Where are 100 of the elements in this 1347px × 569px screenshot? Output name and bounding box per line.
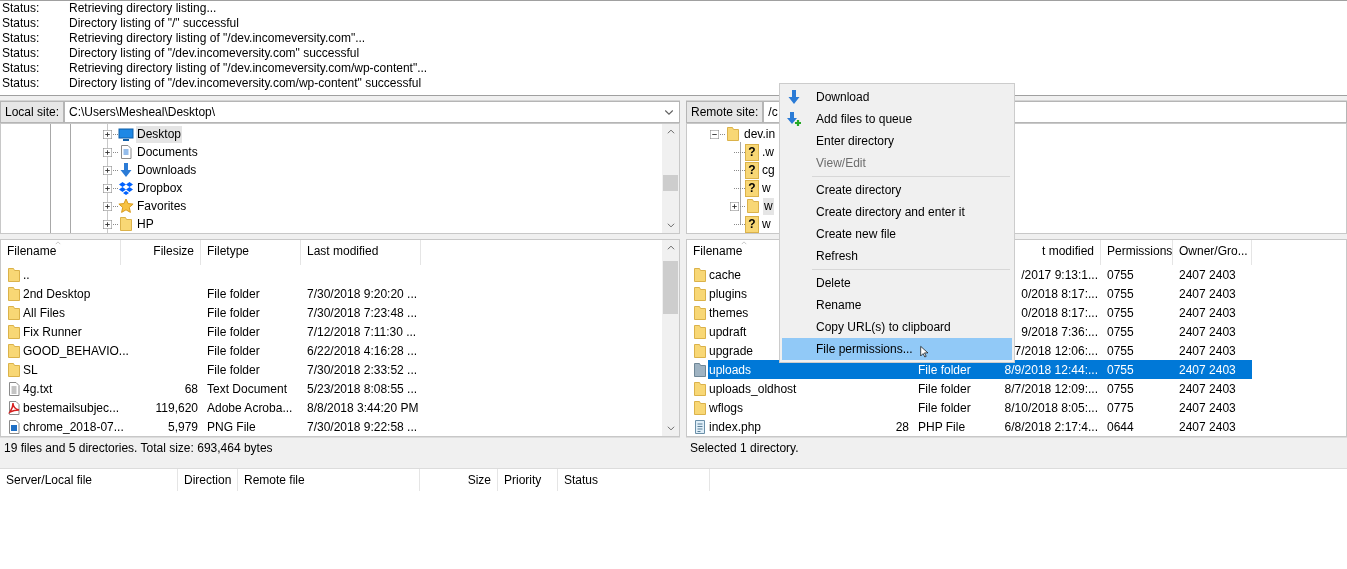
file-name[interactable]: uploads_oldhost — [709, 381, 797, 396]
table-cell: Text Document — [207, 381, 288, 396]
tree-item[interactable]: w — [761, 215, 772, 233]
expand-icon[interactable] — [103, 183, 112, 193]
menu-item[interactable]: Delete — [782, 272, 1012, 294]
folder-icon — [692, 380, 708, 397]
column-header[interactable]: Last modified — [301, 240, 421, 265]
tree-item[interactable]: w — [763, 197, 774, 215]
tree-item[interactable]: cg — [761, 161, 776, 179]
file-name[interactable]: Fix Runner — [23, 324, 82, 339]
file-name[interactable]: All Files — [23, 305, 65, 320]
site-label: Local site: — [0, 101, 65, 123]
tree-item[interactable]: Downloads — [136, 161, 198, 179]
table-cell: 2407 2403 — [1179, 381, 1236, 396]
file-name[interactable]: themes — [709, 305, 749, 320]
expand-icon[interactable] — [103, 219, 112, 229]
table-cell: 119,620 — [155, 400, 198, 415]
table-cell: 0775 — [1107, 400, 1134, 415]
column-header[interactable]: Status — [558, 469, 710, 491]
table-cell: 7/30/2018 2:33:52 ... — [307, 362, 418, 377]
file-name[interactable]: SL — [23, 362, 38, 377]
column-header[interactable]: Remote file — [238, 469, 420, 491]
column-header[interactable]: Size — [420, 469, 498, 491]
table-cell: 9/2018 7:36:... — [1021, 324, 1098, 339]
folder-icon — [692, 323, 708, 340]
scrollbar[interactable] — [662, 124, 679, 233]
mouse-cursor-icon — [920, 344, 931, 359]
expand-icon[interactable] — [730, 201, 739, 211]
file-name[interactable]: .. — [23, 267, 30, 282]
tree-item[interactable]: Dropbox — [136, 179, 184, 197]
expand-icon[interactable] — [103, 201, 112, 211]
tree-item[interactable]: Favorites — [136, 197, 188, 215]
site-label: Remote site: — [686, 101, 764, 123]
scroll-up-icon[interactable] — [665, 243, 676, 253]
file-name[interactable]: plugins — [709, 286, 748, 301]
column-header[interactable]: Permissions — [1101, 240, 1173, 265]
table-cell: 0755 — [1107, 362, 1134, 377]
menu-item[interactable]: File permissions... — [782, 338, 1012, 360]
column-header[interactable]: Filesize — [121, 240, 201, 265]
scroll-down-icon[interactable] — [665, 423, 676, 433]
expand-icon[interactable] — [103, 129, 112, 139]
status-bar: 19 files and 5 directories. Total size: 693,464 bytes — [0, 437, 680, 459]
download-arrow-icon — [786, 89, 802, 105]
log-message: Retrieving directory listing... — [69, 1, 217, 15]
expand-icon[interactable] — [103, 147, 112, 157]
table-cell: PHP File — [918, 419, 966, 434]
path-field[interactable]: C:\Users\Mesheal\Desktop\ — [64, 101, 680, 123]
unknown-file-icon: ? — [745, 215, 759, 233]
menu-item[interactable]: Create directory — [782, 179, 1012, 201]
file-name[interactable]: index.php — [709, 419, 762, 434]
scroll-up-icon[interactable] — [665, 127, 676, 137]
log-message: Retrieving directory listing of "/dev.incomeversity.com/wp-content"... — [69, 61, 428, 75]
scroll-down-icon[interactable] — [665, 220, 676, 230]
tree-item[interactable]: Desktop — [136, 125, 183, 143]
pdf-file-icon — [6, 399, 22, 416]
text-file-icon — [6, 380, 22, 397]
table-cell: /2017 9:13:1... — [1021, 267, 1098, 282]
table-cell: 68 — [184, 381, 198, 396]
scrollbar[interactable] — [662, 240, 679, 436]
menu-item[interactable]: Rename — [782, 294, 1012, 316]
tree-item[interactable]: Documents — [136, 143, 199, 161]
file-name[interactable]: 2nd Desktop — [23, 286, 91, 301]
tree-item[interactable]: dev.in — [743, 125, 777, 143]
column-header[interactable]: Filename — [1, 240, 121, 265]
menu-item[interactable]: Copy URL(s) to clipboard — [782, 316, 1012, 338]
file-name[interactable]: upgrade — [709, 343, 754, 358]
table-cell: File folder — [207, 286, 260, 301]
expand-icon[interactable] — [103, 165, 112, 175]
log-label: Status: — [2, 61, 41, 76]
file-name[interactable]: GOOD_BEHAVIO... — [23, 343, 129, 358]
menu-item[interactable]: Create directory and enter it — [782, 201, 1012, 223]
collapse-icon[interactable] — [710, 129, 719, 139]
file-name[interactable]: bestemailsubjec... — [23, 400, 120, 415]
diamonds-icon — [118, 180, 134, 196]
menu-item[interactable]: Enter directory — [782, 130, 1012, 152]
file-name[interactable]: chrome_2018-07... — [23, 419, 124, 434]
table-cell: 8/8/2018 3:44:20 PM — [307, 400, 419, 415]
column-header[interactable]: Server/Local file — [0, 469, 178, 491]
scrollbar-thumb[interactable] — [663, 261, 678, 314]
column-header[interactable]: Priority — [498, 469, 558, 491]
file-name[interactable]: 4g.txt — [23, 381, 53, 396]
star-icon — [118, 198, 134, 214]
scrollbar-thumb[interactable] — [663, 175, 678, 191]
folder-icon — [692, 342, 708, 359]
tree-item[interactable]: .w — [761, 143, 775, 161]
file-name[interactable]: uploads — [709, 362, 752, 377]
tree-item[interactable]: w — [761, 179, 772, 197]
table-cell: 0755 — [1107, 286, 1134, 301]
folder-icon — [725, 126, 741, 142]
file-name[interactable]: updraft — [709, 324, 747, 339]
file-name[interactable]: wflogs — [709, 400, 743, 415]
add-to-queue-icon — [786, 111, 802, 127]
column-header[interactable]: Direction — [178, 469, 238, 491]
column-header[interactable]: Filetype — [201, 240, 301, 265]
table-cell: 0755 — [1107, 305, 1134, 320]
table-cell: 2407 2403 — [1179, 267, 1236, 282]
file-name[interactable]: cache — [709, 267, 742, 282]
folder-icon — [6, 285, 22, 302]
tree-item[interactable]: HP — [136, 215, 155, 233]
column-header[interactable]: Owner/Gro... — [1173, 240, 1252, 265]
